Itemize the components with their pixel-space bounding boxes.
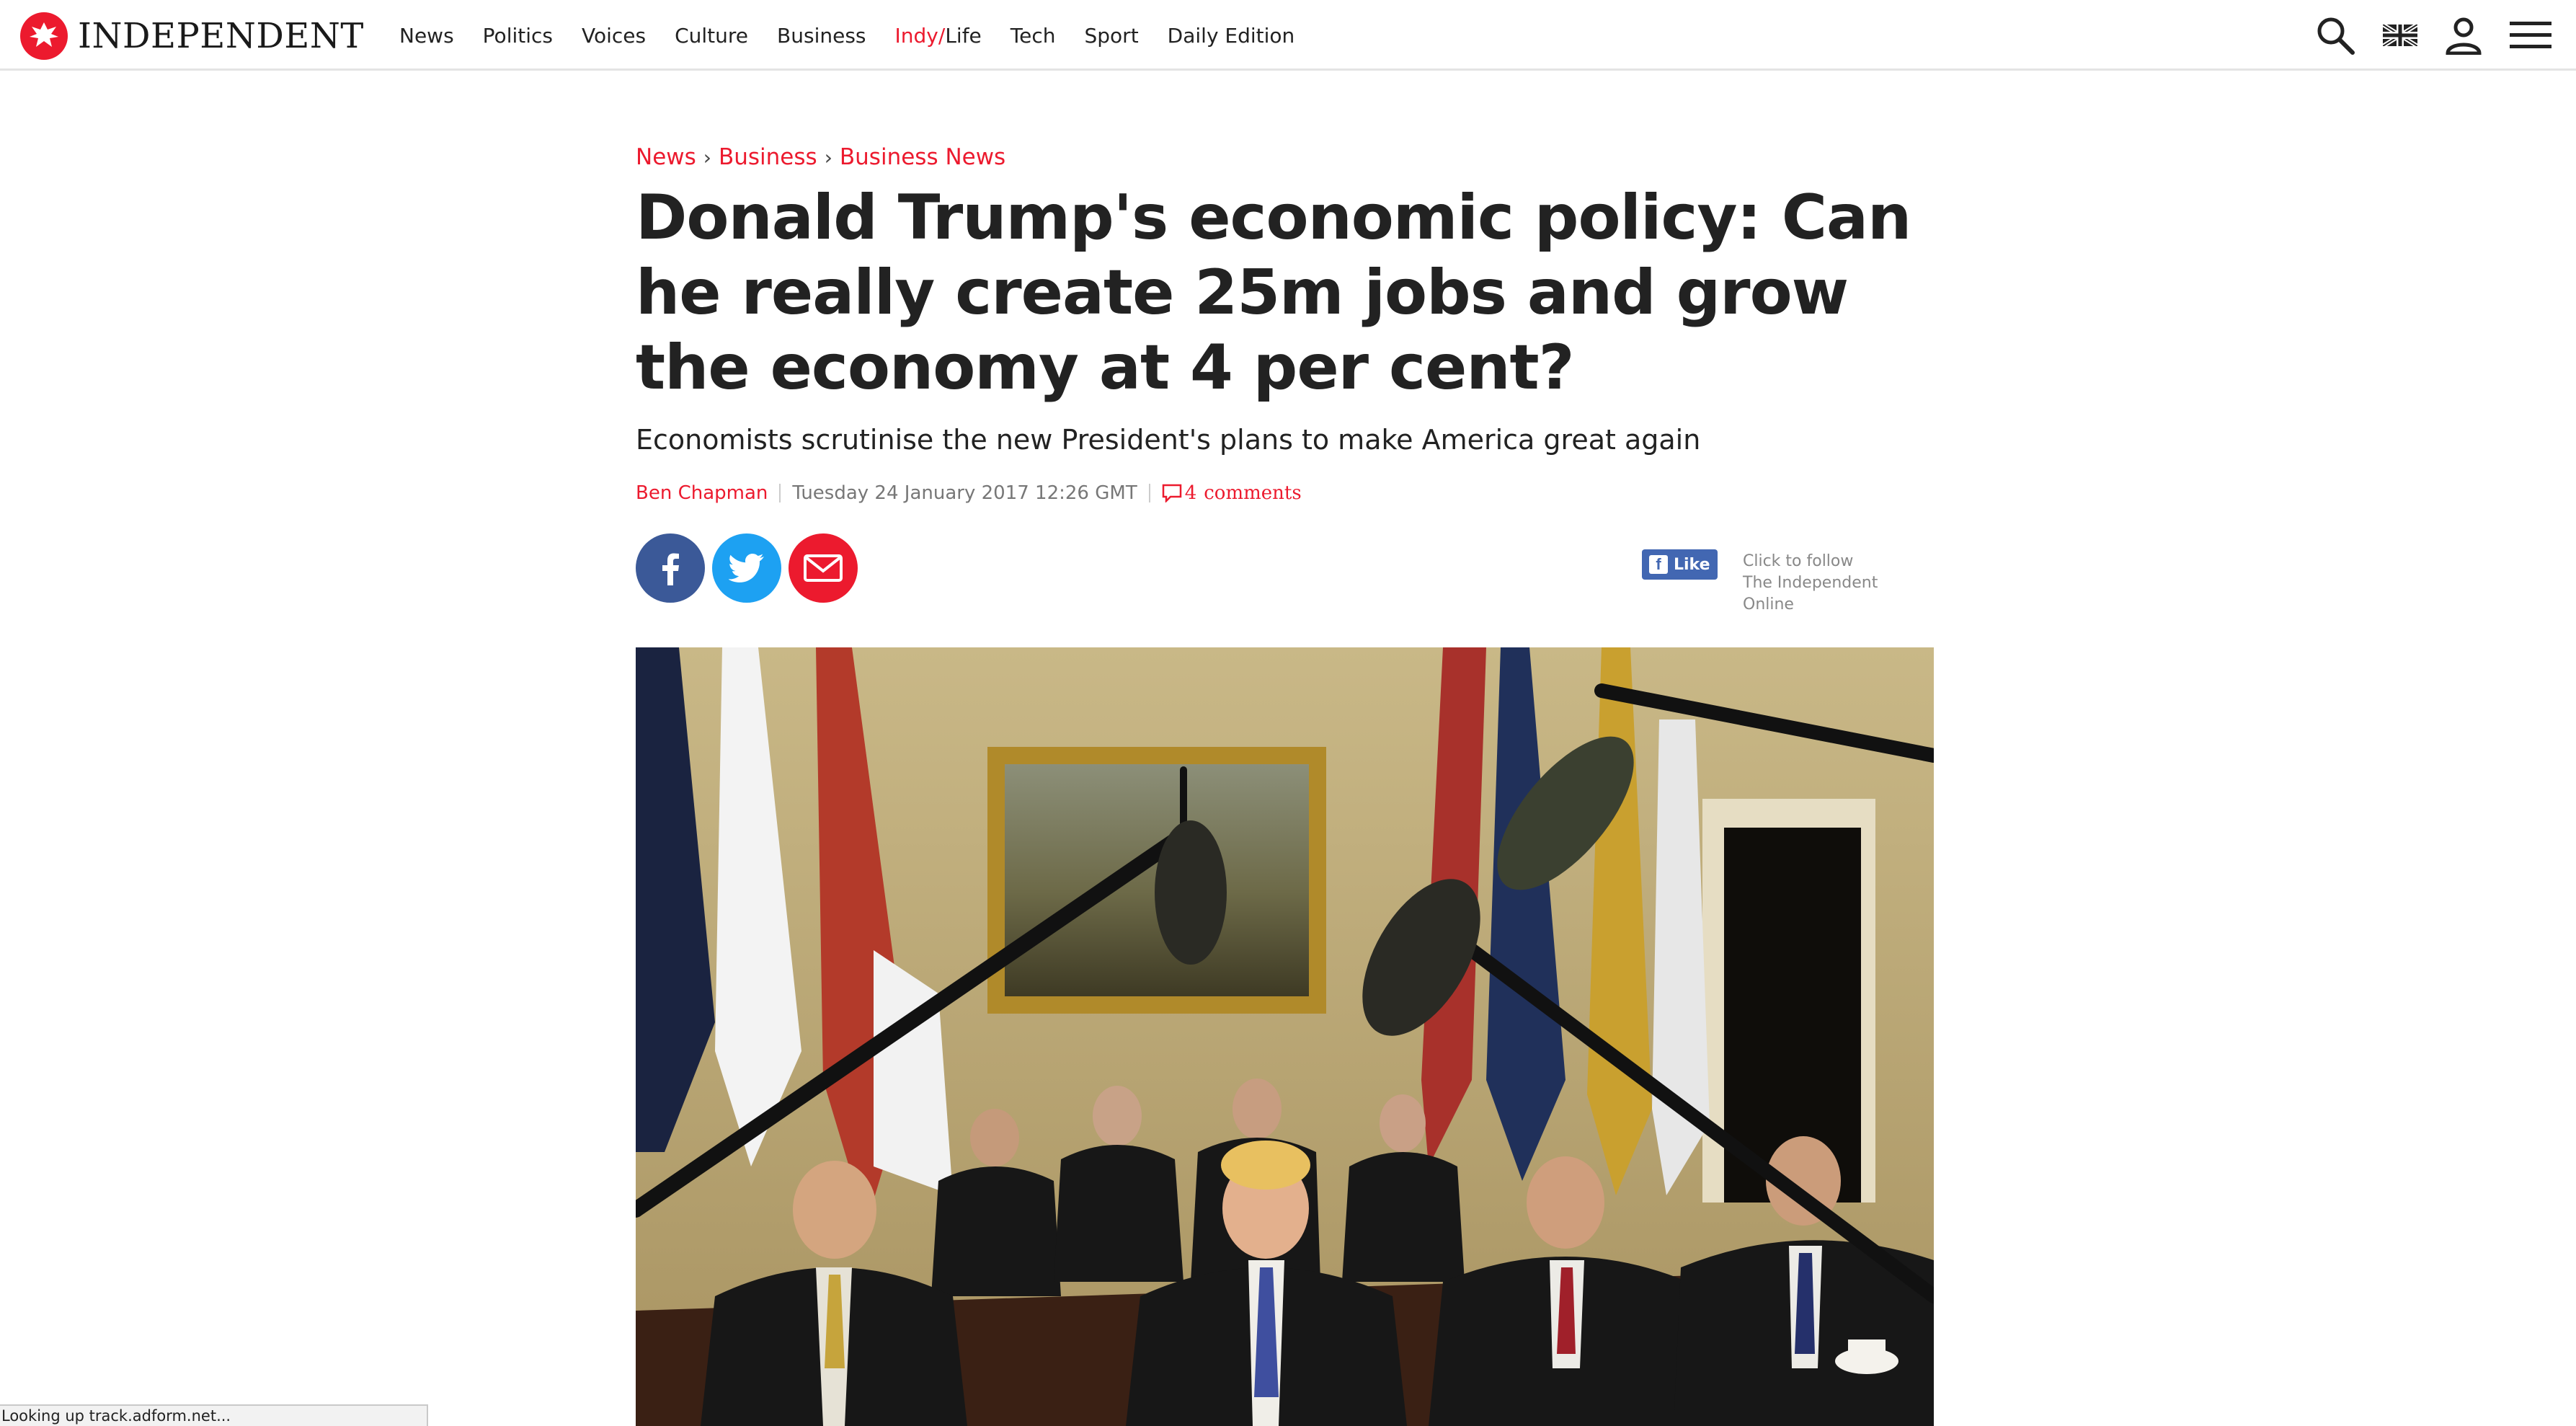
article-standfirst: Economists scrutinise the new President'… bbox=[636, 424, 1701, 456]
user-icon[interactable] bbox=[2445, 16, 2482, 55]
menu-icon[interactable] bbox=[2510, 20, 2551, 50]
comments-label: comments bbox=[1204, 482, 1302, 504]
email-icon bbox=[804, 554, 843, 582]
nav-indy-suffix: Life bbox=[945, 23, 982, 48]
site-logo[interactable]: INDEPENDENT bbox=[20, 12, 364, 60]
publish-date: Tuesday 24 January 2017 12:26 GMT bbox=[792, 482, 1137, 504]
breadcrumb-business[interactable]: Business bbox=[719, 144, 817, 170]
breadcrumb: News › Business › Business News bbox=[636, 141, 1934, 173]
top-navigation-bar: INDEPENDENT News Politics Voices Culture… bbox=[0, 0, 2576, 71]
facebook-f-icon: f bbox=[1649, 555, 1668, 574]
facebook-icon bbox=[662, 553, 679, 585]
byline: Ben Chapman Tuesday 24 January 2017 12:2… bbox=[636, 479, 1934, 508]
follow-line-2: The Independent Online bbox=[1743, 574, 1878, 614]
comment-bubble-icon bbox=[1162, 484, 1181, 502]
follow-text[interactable]: Click to follow The Independent Online bbox=[1743, 551, 1934, 616]
breadcrumb-news[interactable]: News bbox=[636, 144, 696, 170]
article-hero-image bbox=[636, 647, 1934, 1426]
breadcrumb-business-news[interactable]: Business News bbox=[840, 144, 1005, 170]
breadcrumb-separator: › bbox=[824, 145, 832, 169]
nav-item-sport[interactable]: Sport bbox=[1085, 24, 1139, 48]
byline-divider bbox=[779, 484, 781, 502]
twitter-icon bbox=[729, 554, 764, 583]
nav-item-daily-edition[interactable]: Daily Edition bbox=[1168, 24, 1295, 48]
nav-item-voices[interactable]: Voices bbox=[582, 24, 646, 48]
nav-item-news[interactable]: News bbox=[399, 24, 454, 48]
nav-item-business[interactable]: Business bbox=[777, 24, 866, 48]
article: News › Business › Business News Donald T… bbox=[636, 141, 1934, 614]
byline-divider bbox=[1148, 484, 1150, 502]
eagle-logo-icon bbox=[20, 12, 68, 60]
facebook-like-label: Like bbox=[1674, 555, 1710, 574]
facebook-share-button[interactable] bbox=[636, 533, 705, 603]
uk-flag-icon[interactable] bbox=[2383, 25, 2417, 46]
nav-item-tech[interactable]: Tech bbox=[1011, 24, 1056, 48]
main-nav: News Politics Voices Culture Business In… bbox=[399, 0, 1323, 71]
nav-item-culture[interactable]: Culture bbox=[675, 24, 748, 48]
twitter-share-button[interactable] bbox=[712, 533, 781, 603]
nav-tools bbox=[2288, 0, 2551, 71]
author-link[interactable]: Ben Chapman bbox=[636, 482, 768, 504]
comments-link[interactable]: 4 comments bbox=[1162, 482, 1302, 504]
hero-photo-illustration bbox=[636, 647, 1934, 1426]
nav-indy-prefix: Indy/ bbox=[894, 23, 946, 48]
follow-line-1: Click to follow bbox=[1743, 552, 1854, 570]
article-headline: Donald Trump's economic policy: Can he r… bbox=[636, 182, 1911, 404]
breadcrumb-separator: › bbox=[703, 145, 711, 169]
share-row: f Like Click to follow The Independent O… bbox=[636, 533, 1934, 614]
nav-item-indy-life[interactable]: Indy/Life bbox=[895, 24, 982, 48]
facebook-like-button[interactable]: f Like bbox=[1642, 549, 1718, 580]
comments-count: 4 bbox=[1184, 482, 1197, 504]
email-share-button[interactable] bbox=[789, 533, 858, 603]
nav-item-politics[interactable]: Politics bbox=[483, 24, 553, 48]
site-logo-text: INDEPENDENT bbox=[78, 16, 364, 56]
search-icon[interactable] bbox=[2315, 15, 2355, 56]
browser-status-bar: Looking up track.adform.net... bbox=[0, 1404, 428, 1426]
